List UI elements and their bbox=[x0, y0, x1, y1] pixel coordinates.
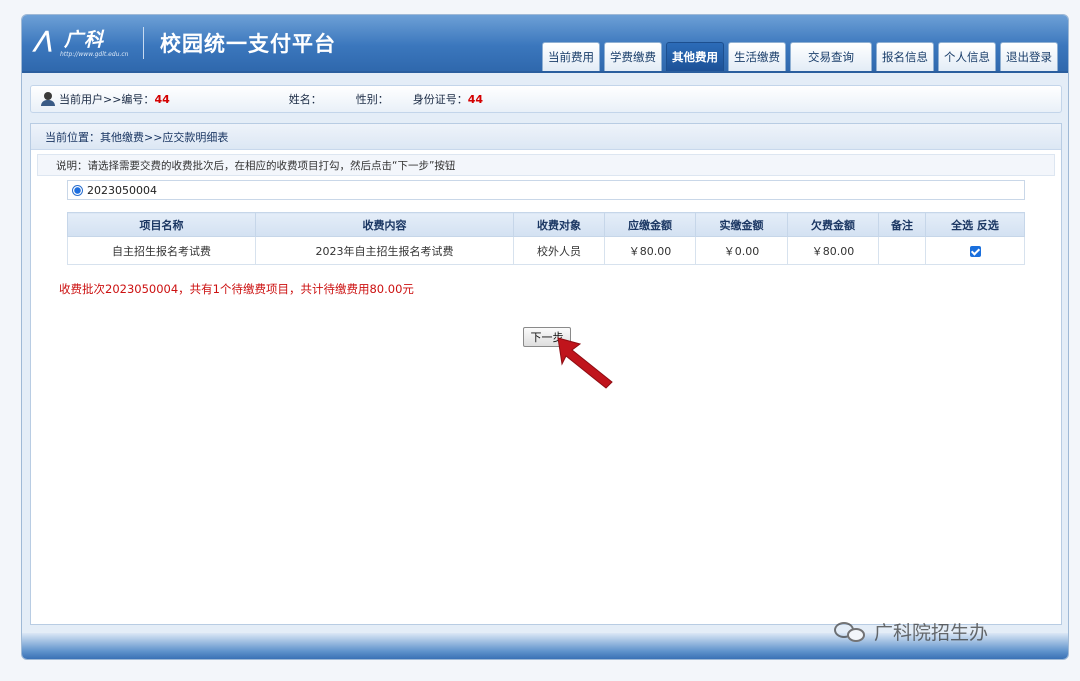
col-remark: 备注 bbox=[878, 212, 926, 237]
tab-personal-info[interactable]: 个人信息 bbox=[938, 42, 996, 71]
user-info-bar: 当前用户>>编号： 44 姓名： 性别： 身份证号： 44 bbox=[30, 85, 1062, 113]
col-owed: 欠费金额 bbox=[787, 212, 879, 237]
col-target: 收费对象 bbox=[513, 212, 605, 237]
user-idcard-label: 身份证号： bbox=[412, 93, 468, 106]
col-content: 收费内容 bbox=[255, 212, 514, 237]
cell-remark bbox=[878, 236, 926, 265]
tab-transaction-query[interactable]: 交易查询 bbox=[790, 42, 872, 71]
tab-logout[interactable]: 退出登录 bbox=[1000, 42, 1058, 71]
col-due: 应缴金额 bbox=[604, 212, 696, 237]
tab-other-fees[interactable]: 其他费用 bbox=[666, 42, 724, 71]
tab-registration-info[interactable]: 报名信息 bbox=[876, 42, 934, 71]
header-divider bbox=[143, 27, 144, 59]
watermark: 广科院招生办 bbox=[834, 618, 988, 645]
wechat-icon bbox=[834, 620, 868, 644]
col-item-name: 项目名称 bbox=[67, 212, 256, 237]
breadcrumb: 当前位置：其他缴费>>应交款明细表 bbox=[31, 124, 1061, 150]
tab-living-fees[interactable]: 生活缴费 bbox=[728, 42, 786, 71]
cell-paid: ￥0.00 bbox=[695, 236, 788, 265]
school-logo: ⋀ 广科 http://www.gdlt.edu.cn bbox=[34, 25, 144, 59]
user-icon bbox=[41, 92, 55, 106]
col-select-all[interactable]: 全选 反选 bbox=[925, 212, 1025, 237]
cell-content: 2023年自主招生报名考试费 bbox=[255, 236, 514, 265]
cell-target: 校外人员 bbox=[513, 236, 605, 265]
instruction-note: 说明：请选择需要交费的收费批次后，在相应的收费项目打勾，然后点击“下一步”按钮 bbox=[37, 154, 1055, 176]
main-content: 当前位置：其他缴费>>应交款明细表 说明：请选择需要交费的收费批次后，在相应的收… bbox=[30, 123, 1062, 625]
logo-url: http://www.gdlt.edu.cn bbox=[60, 51, 129, 58]
logo-text: 广科 bbox=[64, 29, 105, 51]
cell-item-name: 自主招生报名考试费 bbox=[67, 236, 256, 265]
header: ⋀ 广科 http://www.gdlt.edu.cn 校园统一支付平台 当前费… bbox=[22, 15, 1068, 73]
table-header-row: 项目名称 收费内容 收费对象 应缴金额 实缴金额 欠费金额 备注 全选 反选 bbox=[67, 212, 1025, 237]
col-paid: 实缴金额 bbox=[695, 212, 788, 237]
batch-radio[interactable] bbox=[72, 184, 83, 196]
tab-tuition[interactable]: 学费缴费 bbox=[604, 42, 662, 71]
cell-due: ￥80.00 bbox=[604, 236, 696, 265]
app-frame: ⋀ 广科 http://www.gdlt.edu.cn 校园统一支付平台 当前费… bbox=[21, 14, 1069, 660]
table-row: 自主招生报名考试费 2023年自主招生报名考试费 校外人员 ￥80.00 ￥0.… bbox=[67, 236, 1025, 265]
batch-selector[interactable]: 2023050004 bbox=[67, 180, 1025, 200]
fee-items-table: 项目名称 收费内容 收费对象 应缴金额 实缴金额 欠费金额 备注 全选 反选 自… bbox=[67, 212, 1025, 265]
cell-owed: ￥80.00 bbox=[787, 236, 879, 265]
user-gender-label: 性别： bbox=[355, 93, 389, 106]
user-name-label: 姓名： bbox=[288, 93, 322, 106]
user-idcard-value: 44 bbox=[467, 92, 484, 106]
main-nav: 当前费用 学费缴费 其他费用 生活缴费 交易查询 报名信息 个人信息 退出登录 bbox=[542, 42, 1058, 71]
pointer-arrow-icon bbox=[557, 337, 613, 389]
tab-current-fees[interactable]: 当前费用 bbox=[542, 42, 600, 71]
user-label: 当前用户>>编号： bbox=[59, 93, 155, 106]
batch-number: 2023050004 bbox=[87, 183, 157, 197]
site-title: 校园统一支付平台 bbox=[160, 32, 336, 56]
user-id-value: 44 bbox=[154, 92, 170, 106]
watermark-text: 广科院招生办 bbox=[874, 622, 989, 644]
payment-summary: 收费批次2023050004，共有1个待缴费项目，共计待缴费用80.00元 bbox=[59, 282, 414, 296]
cell-select bbox=[925, 236, 1025, 265]
logo-mark-icon: ⋀ bbox=[34, 27, 53, 53]
item-checkbox[interactable] bbox=[969, 245, 981, 257]
